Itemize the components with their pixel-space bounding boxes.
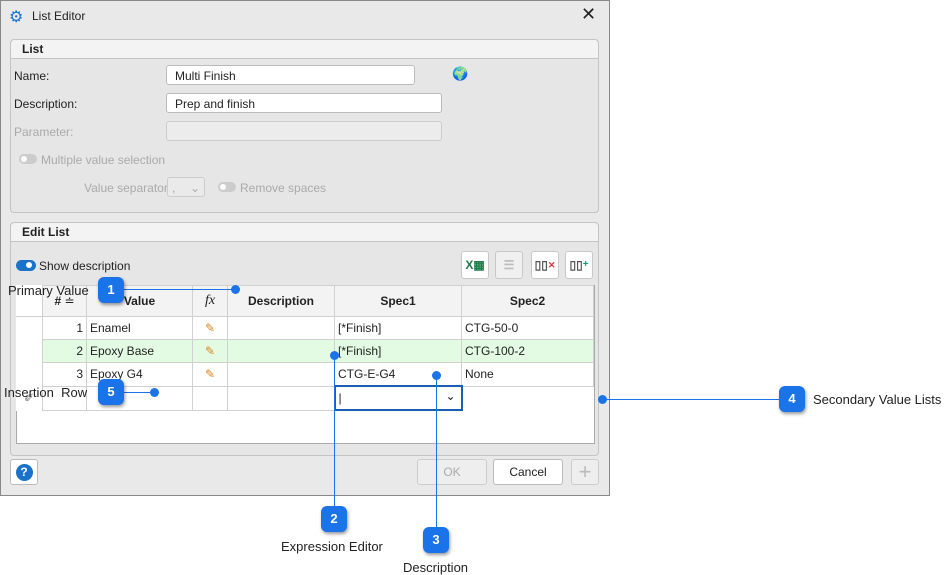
description-cell[interactable] <box>227 339 335 363</box>
add-button[interactable]: + <box>571 459 599 485</box>
callout-line <box>334 355 335 507</box>
callout-badge-1: 1 <box>98 277 124 303</box>
show-description-label: Show description <box>39 259 131 273</box>
callout-label-secondary-value-lists: Secondary Value Lists <box>813 392 942 407</box>
description-cell[interactable] <box>227 385 335 411</box>
name-label: Name: <box>14 69 50 83</box>
pencil-icon[interactable]: ✎ <box>192 316 228 340</box>
callout-label-primary-value: Primary Value <box>8 283 89 298</box>
spec2-cell[interactable]: CTG-50-0 <box>461 316 594 340</box>
list-editor-dialog: ⚙ List Editor ✕ List Name: Multi Finish … <box>0 0 610 496</box>
row-number: 1 <box>42 316 87 340</box>
callout-line <box>436 375 437 528</box>
remove-spaces-toggle[interactable] <box>218 182 236 192</box>
callout-dot <box>150 388 159 397</box>
parameter-label: Parameter: <box>14 125 74 139</box>
callout-label-description: Description <box>403 560 469 575</box>
row-number: 2 <box>42 339 87 363</box>
spec2-cell[interactable]: None <box>461 362 594 387</box>
help-button[interactable]: ? <box>10 459 38 485</box>
cancel-button[interactable]: Cancel <box>493 459 563 485</box>
show-description-toggle[interactable] <box>16 260 36 271</box>
value-cell[interactable]: Enamel <box>86 316 193 340</box>
spec1-cell[interactable]: CTG-E-G4 <box>334 362 462 387</box>
table-row[interactable]: 2 Epoxy Base ✎ [*Finish] CTG-100-2 <box>16 339 594 363</box>
callout-badge-4: 4 <box>779 386 805 412</box>
row-number: 3 <box>42 362 87 387</box>
parameter-input[interactable] <box>166 121 442 141</box>
chevron-down-icon: ⌄ <box>189 181 200 195</box>
delete-column-icon[interactable]: ▯▯✕ <box>531 251 559 279</box>
close-icon[interactable]: ✕ <box>581 4 596 25</box>
remove-row-icon[interactable]: ☰ <box>495 251 523 279</box>
excel-icon[interactable]: X▦ <box>461 251 489 279</box>
chevron-down-icon: ⌄ <box>445 389 456 403</box>
list-group: List Name: Multi Finish 🌍 Description: P… <box>10 39 599 213</box>
remove-spaces-label: Remove spaces <box>240 181 327 195</box>
spec1-cell[interactable]: [*Finish] <box>334 339 462 363</box>
separator-value: , <box>172 181 176 195</box>
callout-label-insertion-row: Insertion Row <box>4 385 88 400</box>
add-column-icon[interactable]: ▯▯+ <box>565 251 593 279</box>
list-group-title: List <box>11 40 598 59</box>
table-row[interactable]: 1 Enamel ✎ [*Finish] CTG-50-0 <box>16 316 594 340</box>
callout-dot <box>432 371 441 380</box>
multiple-value-toggle[interactable] <box>19 154 37 164</box>
callout-line <box>602 399 780 400</box>
callout-dot <box>231 285 240 294</box>
column-description[interactable]: Description <box>227 285 335 317</box>
window-title: List Editor <box>32 9 86 23</box>
spec1-dropdown[interactable]: | ⌄ <box>333 385 463 411</box>
description-input[interactable]: Prep and finish <box>166 93 442 113</box>
callout-dot <box>598 395 607 404</box>
edit-list-title: Edit List <box>11 223 598 242</box>
callout-badge-5: 5 <box>98 379 124 405</box>
description-label: Description: <box>14 97 78 111</box>
callout-line <box>124 289 236 290</box>
description-cell[interactable] <box>227 316 335 340</box>
globe-icon[interactable]: 🌍 <box>452 66 468 82</box>
callout-badge-2: 2 <box>321 506 347 532</box>
fx-icon: fx <box>192 285 228 317</box>
spec1-cell[interactable]: [*Finish] <box>334 316 462 340</box>
column-spec2[interactable]: Spec2 <box>461 285 594 317</box>
spec2-cell[interactable]: CTG-100-2 <box>461 339 594 363</box>
gear-icon: ⚙ <box>9 9 24 26</box>
pencil-icon[interactable]: ✎ <box>192 362 228 387</box>
separator-label: Value separator <box>84 181 168 195</box>
ok-button[interactable]: OK <box>417 459 487 485</box>
callout-label-expression-editor: Expression Editor <box>281 539 383 554</box>
pencil-icon[interactable]: ✎ <box>192 339 228 363</box>
callout-badge-3: 3 <box>423 527 449 553</box>
callout-dot <box>330 351 339 360</box>
description-cell[interactable] <box>227 362 335 387</box>
column-spec1[interactable]: Spec1 <box>334 285 462 317</box>
separator-select[interactable]: , ⌄ <box>167 177 205 197</box>
name-input[interactable]: Multi Finish <box>166 65 415 85</box>
value-cell[interactable]: Epoxy Base <box>86 339 193 363</box>
multiple-value-label: Multiple value selection <box>41 153 166 167</box>
